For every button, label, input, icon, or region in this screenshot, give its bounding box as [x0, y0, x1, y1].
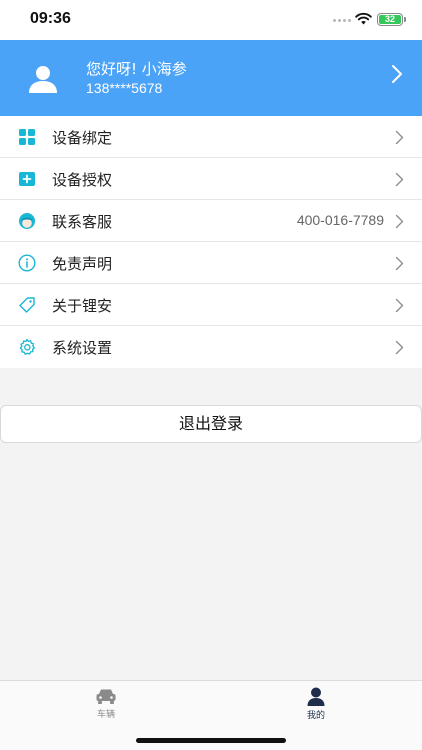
- menu-item-device-binding[interactable]: 设备绑定: [0, 116, 422, 158]
- menu-item-label: 设备绑定: [52, 129, 113, 147]
- logout-button[interactable]: 退出登录: [0, 405, 422, 443]
- gear-icon: [19, 338, 36, 355]
- tag-icon: [19, 297, 35, 313]
- info-icon: [18, 254, 36, 272]
- menu-item-label: 关于锂安: [52, 297, 113, 315]
- signal-icon: [333, 19, 353, 23]
- menu-item-customer-service[interactable]: 联系客服 400-016-7789: [0, 200, 422, 242]
- chevron-right-icon: [395, 340, 404, 355]
- tab-label: 车辆: [96, 710, 115, 720]
- tab-vehicles[interactable]: 车辆: [76, 687, 136, 727]
- service-phone-number: 400-016-7789: [296, 212, 384, 228]
- menu-item-device-authorization[interactable]: 设备授权: [0, 158, 422, 200]
- menu-item-about[interactable]: 关于锂安: [0, 284, 422, 326]
- menu-item-disclaimer[interactable]: 免责声明: [0, 242, 422, 284]
- wifi-icon: [355, 12, 372, 25]
- customer-service-icon: [19, 213, 35, 229]
- battery-cap: [404, 17, 406, 22]
- battery-icon: 32: [377, 13, 403, 26]
- greeting-text: 您好呀! 小海参: [86, 60, 187, 78]
- grid-icon: [19, 129, 35, 145]
- user-icon: [307, 687, 325, 706]
- menu-item-label: 设备授权: [52, 171, 113, 189]
- tab-label: 我的: [306, 711, 325, 721]
- chevron-right-icon: [395, 214, 404, 229]
- tab-mine[interactable]: 我的: [286, 687, 346, 727]
- plus-square-icon: [19, 172, 35, 186]
- battery-level: 32: [379, 15, 401, 24]
- profile-header[interactable]: 您好呀! 小海参 138****5678: [0, 40, 422, 116]
- menu-item-system-settings[interactable]: 系统设置: [0, 326, 422, 368]
- chevron-right-icon: [392, 65, 402, 83]
- status-time: 09:36: [30, 10, 71, 27]
- chevron-right-icon: [395, 256, 404, 271]
- avatar-icon: [29, 66, 57, 93]
- car-icon: [96, 689, 116, 704]
- chevron-right-icon: [395, 130, 404, 145]
- settings-menu: 设备绑定 设备授权 联系客服 400-016-7789 免责声明 关于锂安 系统…: [0, 116, 422, 368]
- status-bar: 09:36 32: [0, 0, 422, 40]
- menu-item-label: 免责声明: [52, 255, 113, 273]
- phone-number: 138****5678: [86, 80, 163, 96]
- menu-item-label: 系统设置: [52, 339, 113, 357]
- home-indicator: [136, 738, 286, 743]
- chevron-right-icon: [395, 172, 404, 187]
- menu-item-label: 联系客服: [52, 213, 113, 231]
- chevron-right-icon: [395, 298, 404, 313]
